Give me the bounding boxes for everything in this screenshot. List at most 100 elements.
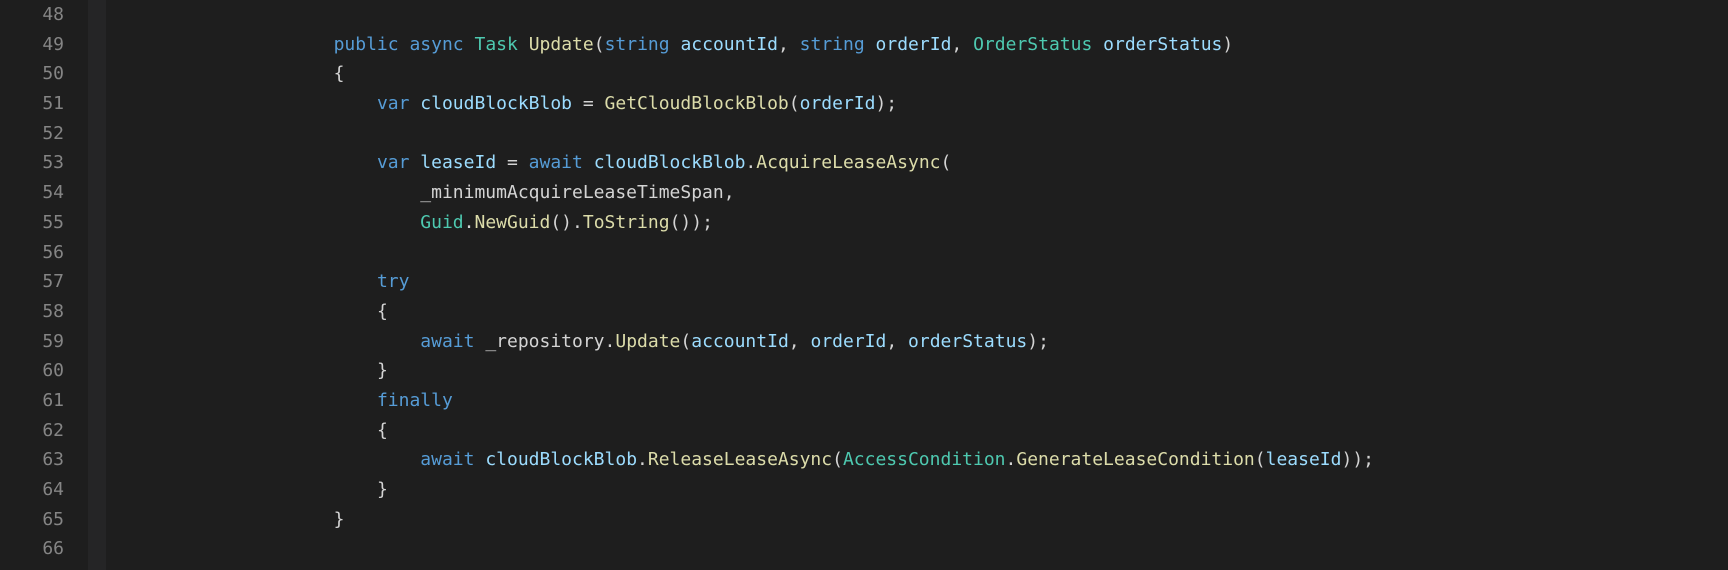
token-var: leaseId [420, 152, 496, 173]
token-plain: ( [594, 34, 605, 55]
line-number-gutter: 48495051525354555657585960616263646566 [0, 0, 88, 570]
token-plain: ( [1255, 449, 1266, 470]
code-line[interactable] [106, 238, 1728, 268]
token-plain: = [572, 93, 605, 114]
token-method: GenerateLeaseCondition [1016, 449, 1254, 470]
token-plain [865, 34, 876, 55]
token-plain: { [377, 301, 388, 322]
code-line[interactable]: var cloudBlockBlob = GetCloudBlockBlob(o… [106, 89, 1728, 119]
code-line[interactable]: await _repository.Update(accountId, orde… [106, 327, 1728, 357]
code-line[interactable]: try [106, 267, 1728, 297]
line-number: 53 [16, 148, 64, 178]
token-plain: . [464, 212, 475, 233]
token-plain [464, 34, 475, 55]
code-line[interactable]: _minimumAcquireLeaseTimeSpan, [106, 178, 1728, 208]
code-line[interactable]: Guid.NewGuid().ToString()); [106, 208, 1728, 238]
token-kw: await [529, 152, 583, 173]
code-line[interactable] [106, 534, 1728, 564]
token-plain: } [377, 360, 388, 381]
token-var: orderStatus [908, 331, 1027, 352]
token-method: ReleaseLeaseAsync [648, 449, 832, 470]
token-plain: , [886, 331, 908, 352]
token-plain [1092, 34, 1103, 55]
line-number: 50 [16, 59, 64, 89]
token-plain [474, 331, 485, 352]
line-number: 55 [16, 208, 64, 238]
code-line[interactable]: await cloudBlockBlob.ReleaseLeaseAsync(A… [106, 445, 1728, 475]
token-plain [583, 152, 594, 173]
token-plain: . [1006, 449, 1017, 470]
token-var: cloudBlockBlob [594, 152, 746, 173]
code-line[interactable]: } [106, 475, 1728, 505]
line-number: 49 [16, 30, 64, 60]
token-plain: , [951, 34, 973, 55]
token-plain: )); [1341, 449, 1374, 470]
line-number: 54 [16, 178, 64, 208]
code-line[interactable] [106, 119, 1728, 149]
token-plain: ( [680, 331, 691, 352]
code-line[interactable]: } [106, 356, 1728, 386]
token-var: cloudBlockBlob [485, 449, 637, 470]
token-plain: . [605, 331, 616, 352]
token-plain [518, 34, 529, 55]
line-number: 57 [16, 267, 64, 297]
line-number: 48 [16, 0, 64, 30]
token-field: _repository [485, 331, 604, 352]
line-number: 61 [16, 386, 64, 416]
token-plain [474, 449, 485, 470]
code-line[interactable]: { [106, 297, 1728, 327]
token-plain [409, 93, 420, 114]
token-plain: { [334, 63, 345, 84]
token-plain [409, 152, 420, 173]
line-number: 56 [16, 238, 64, 268]
token-plain: ); [1027, 331, 1049, 352]
token-plain: ); [875, 93, 897, 114]
line-number: 63 [16, 445, 64, 475]
token-type: Guid [420, 212, 463, 233]
code-line[interactable]: public async Task Update(string accountI… [106, 30, 1728, 60]
token-method: AcquireLeaseAsync [756, 152, 940, 173]
token-plain: ()); [670, 212, 713, 233]
token-plain: . [745, 152, 756, 173]
token-method: GetCloudBlockBlob [605, 93, 789, 114]
line-number: 58 [16, 297, 64, 327]
line-number: 62 [16, 416, 64, 446]
code-line[interactable]: var leaseId = await cloudBlockBlob.Acqui… [106, 148, 1728, 178]
token-kw: await [420, 331, 474, 352]
token-field: _minimumAcquireLeaseTimeSpan [420, 182, 723, 203]
token-kw: string [605, 34, 670, 55]
token-plain: , [724, 182, 735, 203]
token-var: orderId [800, 93, 876, 114]
token-method: Update [529, 34, 594, 55]
line-number: 51 [16, 89, 64, 119]
token-kw: await [420, 449, 474, 470]
code-line[interactable]: } [106, 505, 1728, 535]
token-var: accountId [691, 331, 789, 352]
token-method: ToString [583, 212, 670, 233]
token-method: NewGuid [474, 212, 550, 233]
token-plain: (). [550, 212, 583, 233]
token-type: Task [474, 34, 517, 55]
token-plain: , [778, 34, 800, 55]
token-kw: public [334, 34, 399, 55]
line-number: 52 [16, 119, 64, 149]
code-line[interactable] [106, 0, 1728, 30]
token-param: orderStatus [1103, 34, 1222, 55]
token-plain: { [377, 420, 388, 441]
code-line[interactable]: { [106, 416, 1728, 446]
token-plain: } [377, 479, 388, 500]
line-number: 59 [16, 327, 64, 357]
code-line[interactable]: { [106, 59, 1728, 89]
line-number: 60 [16, 356, 64, 386]
token-type: OrderStatus [973, 34, 1092, 55]
token-kw: async [409, 34, 463, 55]
line-number: 66 [16, 534, 64, 564]
code-line[interactable]: finally [106, 386, 1728, 416]
token-plain: . [637, 449, 648, 470]
code-editor-content[interactable]: public async Task Update(string accountI… [106, 0, 1728, 570]
token-plain: , [789, 331, 811, 352]
token-plain: ) [1222, 34, 1233, 55]
token-param: accountId [680, 34, 778, 55]
line-number: 65 [16, 505, 64, 535]
token-plain [399, 34, 410, 55]
